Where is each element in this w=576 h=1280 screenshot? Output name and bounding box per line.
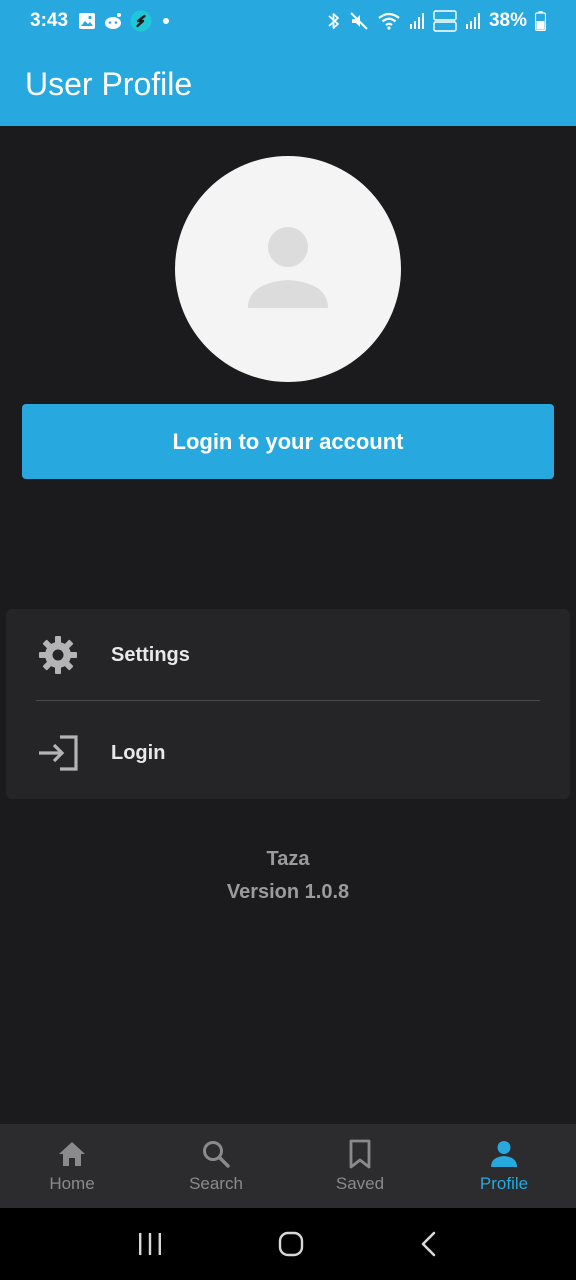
nav-item-search[interactable]: Search <box>144 1124 288 1208</box>
wifi-icon <box>378 12 400 30</box>
nav-profile-label: Profile <box>479 1174 529 1193</box>
nav-item-profile[interactable]: Profile <box>432 1124 576 1208</box>
nav-search-label: Search <box>189 1174 243 1193</box>
nav-home-label: Home <box>49 1174 95 1193</box>
app-header: User Profile <box>0 42 576 126</box>
app-name: Taza <box>266 848 310 870</box>
app-version: Version 1.0.8 <box>226 881 350 903</box>
signal-icon-2 <box>465 13 480 29</box>
nav-saved-label: Saved <box>335 1174 385 1193</box>
signal-icon <box>409 13 424 29</box>
notification-icons <box>78 10 173 32</box>
bottom-nav: Home Search Saved Profile <box>0 1124 576 1208</box>
mute-icon <box>350 12 368 30</box>
status-left: 3:43 <box>30 10 173 32</box>
status-right: 38% <box>327 10 546 32</box>
battery-percent: 38% <box>488 10 527 31</box>
menu-divider <box>36 700 540 701</box>
nav-item-saved[interactable]: Saved <box>288 1124 432 1208</box>
home-icon-wrap <box>57 1138 87 1170</box>
search-icon-wrap <box>201 1138 231 1170</box>
battery-icon <box>535 11 546 31</box>
home-icon <box>59 1142 85 1166</box>
recent-apps-icon[interactable] <box>137 1232 163 1256</box>
login-to-account-label: Login to your account <box>172 428 404 454</box>
gallery-icon <box>79 13 96 29</box>
status-bar: 3:43 38% <box>0 0 576 42</box>
volte-icon <box>433 10 457 32</box>
app-root: 3:43 38% User Profile Login to your acco… <box>0 0 576 1280</box>
system-nav-bar <box>0 1208 576 1280</box>
person-icon-wrap <box>490 1138 518 1170</box>
person-icon <box>491 1141 517 1167</box>
login-icon <box>39 735 78 771</box>
menu-item-settings-label: Settings <box>111 643 190 666</box>
login-to-account-button[interactable]: Login to your account <box>22 404 554 479</box>
status-time: 3:43 <box>30 10 69 31</box>
reddit-icon <box>105 13 122 29</box>
dot-icon <box>163 18 170 24</box>
menu-item-settings[interactable]: Settings <box>6 609 570 701</box>
search-icon <box>203 1141 230 1168</box>
menu-item-login[interactable]: Login <box>6 707 570 799</box>
page-title: User Profile <box>25 65 193 102</box>
person-icon <box>248 227 328 308</box>
nav-item-home[interactable]: Home <box>0 1124 144 1208</box>
bookmark-icon-wrap <box>348 1138 372 1170</box>
profile-menu: Settings Login <box>6 609 570 799</box>
menu-item-login-label: Login <box>111 741 166 764</box>
back-icon[interactable] <box>419 1231 439 1257</box>
app-s-icon <box>130 10 152 32</box>
bluetooth-icon <box>328 13 339 29</box>
gear-icon <box>39 636 77 674</box>
avatar <box>175 156 401 382</box>
home-button-icon[interactable] <box>278 1231 304 1257</box>
bookmark-icon <box>349 1139 371 1169</box>
